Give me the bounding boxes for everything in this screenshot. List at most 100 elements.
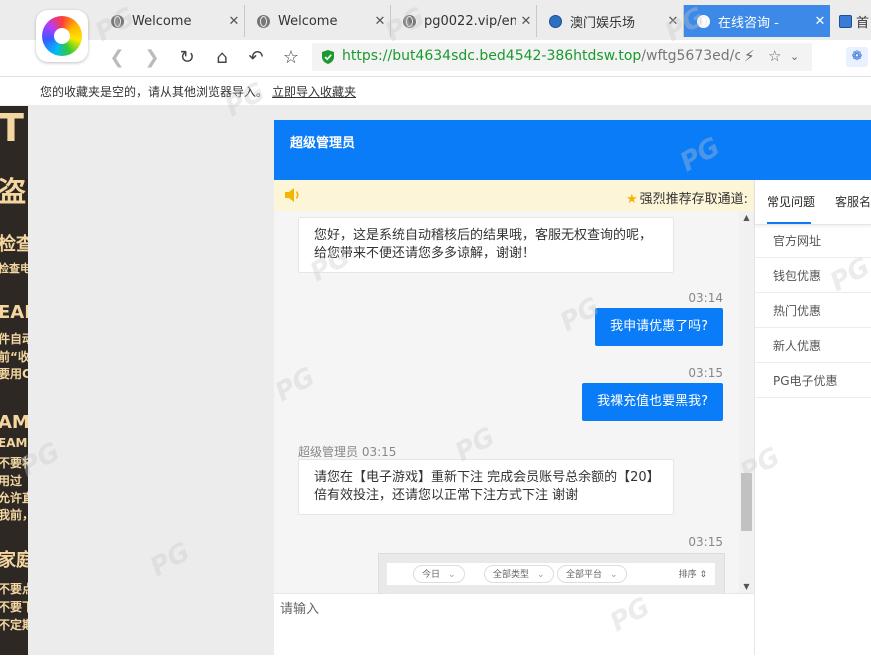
close-icon[interactable]: ✕ xyxy=(663,14,683,29)
close-icon[interactable]: ✕ xyxy=(370,14,390,29)
message-time: 03:15 xyxy=(688,535,723,549)
bg-text: EAM xyxy=(0,302,28,323)
tab-agent[interactable]: 客服名 xyxy=(835,193,871,210)
bookmarks-empty-text: 您的收藏夹是空的，请从其他浏览器导入。 xyxy=(40,85,269,99)
globe-icon xyxy=(110,14,124,28)
tab-title: Welcome xyxy=(278,13,338,29)
message-list[interactable]: 您好，这是系统自动稽核后的结果哦，客服无权查询的呢，给您带来不便还请您多多谅解，… xyxy=(274,211,739,593)
bg-text: 前“收 xyxy=(0,350,28,364)
import-bookmarks-link[interactable]: 立即导入收藏夹 xyxy=(272,83,356,100)
forward-button[interactable]: ❯ xyxy=(137,40,167,74)
filter-pill: 今日 ⌄ xyxy=(413,565,465,583)
user-message: 我裸充值也要黑我? xyxy=(582,383,723,421)
url-host: but4634sdc.bed4542-386htdsw.top xyxy=(392,48,642,64)
tab-title: 首 xyxy=(856,15,870,31)
tab-title: 澳门娱乐场 xyxy=(570,15,636,31)
chat-header: 超级管理员 xyxy=(274,120,871,180)
tab-title: 在线咨询 - xyxy=(718,15,779,31)
close-icon[interactable]: ✕ xyxy=(810,14,830,29)
agent-message: 请您在【电子游戏】重新下注 完成会员账号总余额的【20】倍有效投注，还请您以正常… xyxy=(298,459,674,515)
bg-text: 用过 xyxy=(0,474,23,488)
faq-item-wallet-offer[interactable]: 钱包优惠 xyxy=(755,259,871,293)
tab-app[interactable]: 首 xyxy=(830,5,871,37)
url-text[interactable]: https://but4634sdc.bed4542-386htdsw.top/… xyxy=(342,48,740,64)
tab-online-consult[interactable]: 在线咨询 - ✕ xyxy=(684,5,830,37)
star-icon: ★ xyxy=(625,192,638,207)
faq-item-newbie-offer[interactable]: 新人优惠 xyxy=(755,329,871,363)
message-scrollbar[interactable]: ▲ ▼ xyxy=(739,211,754,593)
tab-pg0022[interactable]: pg0022.vip/en ✕ xyxy=(390,5,537,37)
bg-text: 要用C xyxy=(0,367,28,381)
speaker-icon xyxy=(285,188,299,202)
filter-pill: 全部平台 ⌄ xyxy=(557,565,627,583)
casino-icon xyxy=(548,14,562,28)
bg-text: 不要点 xyxy=(0,582,28,596)
bg-text: T xyxy=(0,106,24,150)
tab-title: Welcome xyxy=(132,13,192,29)
side-panel: 常见问题 客服名 官方网址 钱包优惠 热门优惠 新人优惠 PG电子优惠 xyxy=(754,180,871,655)
chat-title: 超级管理员 xyxy=(290,136,356,151)
url-path: /wftg5673ed/cha xyxy=(641,48,740,64)
globe-icon xyxy=(696,14,710,28)
star-icon[interactable]: ☆ xyxy=(768,47,781,65)
globe-icon xyxy=(402,14,416,28)
tab-strip: Welcome ✕ Welcome ✕ pg0022.vip/en ✕ 澳门娱乐… xyxy=(0,0,871,40)
tab-faq[interactable]: 常见问题 xyxy=(767,193,815,210)
home-button[interactable]: ⌂ xyxy=(207,40,237,74)
chat-window: 超级管理员 ★ 强烈推荐存取通道: 您好，这是系统自动稽核后的结果哦，客服无权查询… xyxy=(274,120,871,656)
secure-shield-icon xyxy=(322,50,334,64)
scroll-thumb[interactable] xyxy=(741,473,752,531)
scroll-up-icon[interactable]: ▲ xyxy=(739,213,754,222)
globe-icon xyxy=(256,14,270,28)
bg-text: 家庭 xyxy=(0,550,28,571)
message-text: 请您在【电子游戏】重新下注 完成会员账号总余额的【20】倍有效投注，还请您以正常… xyxy=(314,470,654,503)
bg-text: 不定期 xyxy=(0,618,28,632)
baidu-paw-icon[interactable]: ❁ xyxy=(846,47,868,67)
sender-label: 超级管理员 03:15 xyxy=(298,445,397,459)
bg-text: 检查 xyxy=(0,234,28,255)
filter-row: 今日 ⌄ 全部类型 ⌄ 全部平台 ⌄ 排序 ⇕ xyxy=(387,563,715,585)
bookmark-star-button[interactable]: ☆ xyxy=(276,40,306,74)
tab-welcome-2[interactable]: Welcome ✕ xyxy=(244,5,391,37)
message-time: 03:14 xyxy=(688,291,723,305)
bg-text: 不要将 xyxy=(0,456,28,470)
scroll-down-icon[interactable]: ▼ xyxy=(739,582,754,591)
tab-welcome-1[interactable]: Welcome ✕ xyxy=(98,5,245,37)
undo-close-button[interactable]: ↶ xyxy=(241,40,271,74)
bg-text: 件自动 xyxy=(0,332,28,346)
notice-bar: ★ 强烈推荐存取通道: xyxy=(274,180,754,211)
lightning-icon[interactable]: ⚡ xyxy=(744,47,755,65)
app-icon xyxy=(838,14,852,28)
bg-text: 盗 xyxy=(0,175,27,208)
address-toolbar: ❮ ❯ ↻ ⌂ ↶ ☆ https://but4634sdc.bed4542-3… xyxy=(0,40,871,77)
bg-text: 检查电 xyxy=(0,262,28,275)
background-site-strip: T 盗 检查 检查电 EAM 件自动 前“收 要用C AM EAM 不要将 用过… xyxy=(0,106,28,655)
close-icon[interactable]: ✕ xyxy=(224,14,244,29)
faq-item-hot-offer[interactable]: 热门优惠 xyxy=(755,294,871,328)
input-area xyxy=(274,593,756,656)
bg-text: 允许直 xyxy=(0,491,28,505)
reload-button[interactable]: ↻ xyxy=(172,40,202,74)
browser-logo-icon[interactable] xyxy=(36,10,88,62)
address-bar[interactable]: https://but4634sdc.bed4542-386htdsw.top/… xyxy=(312,43,812,71)
filter-pill: 全部类型 ⌄ xyxy=(484,565,554,583)
agent-message: 您好，这是系统自动稽核后的结果哦，客服无权查询的呢，给您带来不便还请您多多谅解，… xyxy=(298,217,674,273)
bg-text: EAM xyxy=(0,436,28,450)
back-button[interactable]: ❮ xyxy=(102,40,132,74)
message-input[interactable] xyxy=(274,594,756,624)
faq-item-official-site[interactable]: 官方网址 xyxy=(755,224,871,258)
tab-title: pg0022.vip/en xyxy=(424,13,516,29)
tab-casino[interactable]: 澳门娱乐场 ✕ xyxy=(536,5,684,37)
notice-text[interactable]: ★ 强烈推荐存取通道: xyxy=(626,188,748,207)
faq-item-pg-offer[interactable]: PG电子优惠 xyxy=(755,364,871,398)
bg-text: 我前， xyxy=(0,508,28,522)
bg-text: 不要下 xyxy=(0,600,28,614)
notice-label: 强烈推荐存取通道: xyxy=(639,192,748,207)
side-tab-bar: 常见问题 客服名 xyxy=(755,180,871,225)
chevron-down-icon[interactable]: ⌄ xyxy=(790,50,799,63)
user-message: 我申请优惠了吗? xyxy=(595,308,723,346)
bg-text: AM xyxy=(0,412,28,433)
close-icon[interactable]: ✕ xyxy=(516,14,536,29)
screenshot-image[interactable]: 今日 ⌄ 全部类型 ⌄ 全部平台 ⌄ 排序 ⇕ xyxy=(378,553,725,593)
message-time: 03:15 xyxy=(688,366,723,380)
